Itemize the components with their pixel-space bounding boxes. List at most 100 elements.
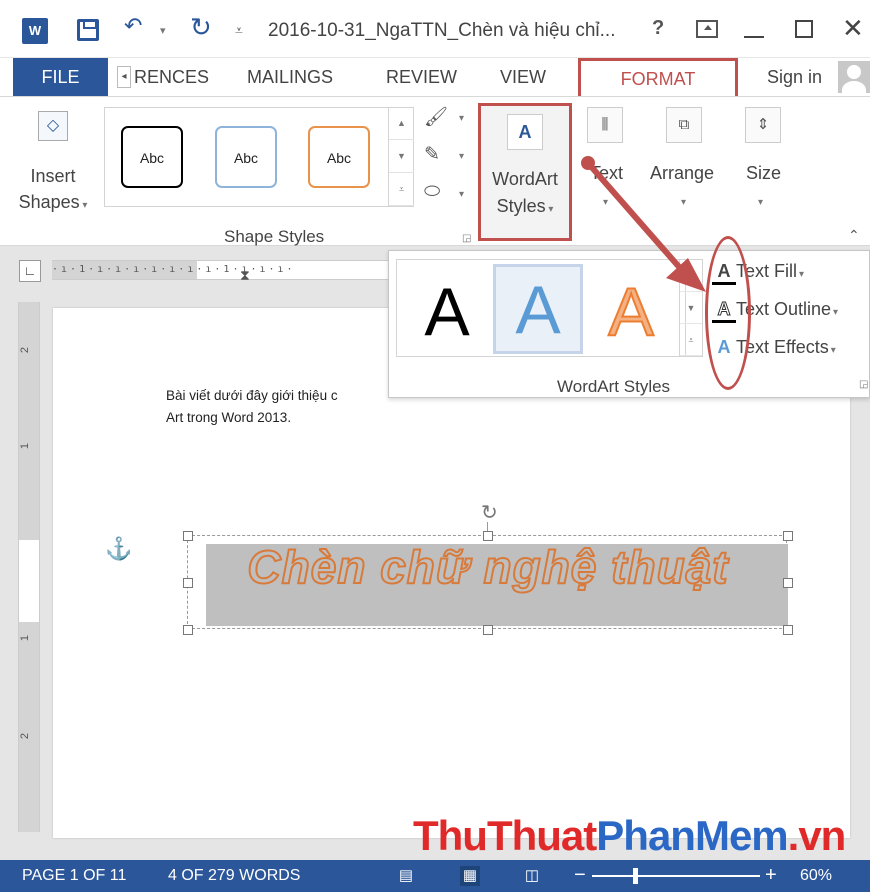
ribbon-options-icon[interactable] xyxy=(696,20,718,38)
help-icon[interactable]: ? xyxy=(652,17,664,40)
wordart-styles-panel: A A A ▲ ▼ ⩡ A Text Fill ▾ A Text Outline ▾ A… xyxy=(388,250,870,398)
size-button[interactable]: Size xyxy=(746,163,781,184)
ribbon: ◇ Insert Shapes ▾ Abc Abc Abc ▲ ▼ ⩡ 🖌 ▾ … xyxy=(0,96,870,246)
resize-handle[interactable] xyxy=(183,531,193,541)
resize-handle[interactable] xyxy=(783,625,793,635)
shape-styles-launcher-icon[interactable]: ◲ xyxy=(462,233,471,244)
insert-shapes-label-line2: Shapes xyxy=(18,192,80,212)
tab-references[interactable]: RENCES xyxy=(134,58,209,96)
zoom-slider-thumb[interactable] xyxy=(633,868,638,884)
arrange-button[interactable]: Arrange xyxy=(650,163,714,184)
text-dropdown-icon[interactable]: ▾ xyxy=(603,197,608,208)
print-layout-icon[interactable]: ▦ xyxy=(460,866,480,886)
undo-dropdown-icon[interactable]: ▾ xyxy=(160,24,166,37)
resize-handle[interactable] xyxy=(483,531,493,541)
page-count[interactable]: PAGE 1 OF 11 xyxy=(22,867,126,885)
wordart-styles-group-label: WordArt Styles xyxy=(557,377,671,396)
wordart-style-black[interactable]: A xyxy=(405,270,489,354)
insert-shapes-label-line1: Insert xyxy=(30,166,76,186)
wordart-styles-label-line2: Styles xyxy=(496,196,546,216)
resize-handle[interactable] xyxy=(183,578,193,588)
shape-style-orange[interactable]: Abc xyxy=(308,126,370,188)
shape-effects-icon[interactable]: ⬭ xyxy=(424,181,440,203)
rotate-handle-icon[interactable]: ↻ xyxy=(481,500,498,525)
resize-handle[interactable] xyxy=(483,625,493,635)
ruler-number: 2 xyxy=(19,732,32,740)
save-icon[interactable] xyxy=(77,19,99,41)
anchor-icon: ⚓ xyxy=(105,536,133,561)
word-icon[interactable]: W xyxy=(22,18,48,44)
wordart-styles-launcher-icon[interactable]: ◲ xyxy=(859,379,868,390)
shape-style-blue[interactable]: Abc xyxy=(215,126,277,188)
zoom-slider[interactable] xyxy=(592,875,760,877)
shape-outline-icon[interactable]: ✎ xyxy=(424,143,440,166)
size-icon[interactable]: ⇕ xyxy=(745,107,781,143)
scroll-down-icon[interactable]: ▼ xyxy=(389,140,414,173)
watermark-part: .vn xyxy=(787,812,847,859)
shape-styles-scroll: ▲ ▼ ⩡ xyxy=(388,107,414,207)
maximize-icon[interactable] xyxy=(795,20,813,38)
undo-icon[interactable]: ↶ xyxy=(124,13,142,39)
size-dropdown-icon[interactable]: ▾ xyxy=(758,197,763,208)
resize-handle[interactable] xyxy=(183,625,193,635)
minimize-icon[interactable] xyxy=(744,36,764,38)
avatar[interactable] xyxy=(838,61,870,93)
text-button[interactable]: Text xyxy=(590,163,623,184)
wordart-style-orange[interactable]: A xyxy=(589,270,673,354)
shape-style-black[interactable]: Abc xyxy=(121,126,183,188)
zoom-out-icon[interactable]: − xyxy=(574,864,586,887)
text-direction-icon[interactable]: ⫼ xyxy=(587,107,623,143)
insert-shapes-button[interactable]: Insert Shapes ▾ xyxy=(8,163,98,219)
ribbon-tabs: FILE ◂ RENCES MAILINGS REVIEW VIEW FORMA… xyxy=(0,58,870,98)
horizontal-ruler[interactable]: ·ı·1·ı·ı·ı·ı·ı·ı·ı·1·ı·ı·ı· ⧗ xyxy=(52,260,392,283)
indent-marker-icon[interactable]: ⧗ xyxy=(240,267,250,284)
collapse-ribbon-icon[interactable]: ⌃ xyxy=(848,227,860,244)
text-outline-dropdown-icon: ▾ xyxy=(833,307,839,318)
tab-format[interactable]: FORMAT xyxy=(578,58,738,98)
ruler-number: 1 xyxy=(79,264,89,275)
shape-outline-dropdown-icon[interactable]: ▾ xyxy=(459,151,464,162)
wordart-styles-button[interactable]: A WordArt Styles ▾ xyxy=(478,103,572,241)
vertical-ruler[interactable]: 2 1 1 2 xyxy=(18,302,40,832)
tab-scroll-left-icon[interactable]: ◂ xyxy=(117,66,131,88)
tab-file[interactable]: FILE xyxy=(13,58,108,96)
more-styles-icon[interactable]: ⩡ xyxy=(680,324,702,356)
zoom-level[interactable]: 60% xyxy=(800,867,832,885)
shape-fill-icon[interactable]: 🖌 xyxy=(424,105,448,129)
watermark-part: PhanMem xyxy=(596,812,788,859)
wordart-text[interactable]: Chèn chữ nghệ thuật xyxy=(188,540,788,594)
watermark-logo: ThuThuatPhanMem.vn xyxy=(413,812,847,860)
shape-fill-dropdown-icon[interactable]: ▾ xyxy=(459,113,464,124)
wordart-textbox[interactable]: ↻ Chèn chữ nghệ thuật xyxy=(183,502,793,635)
shape-styles-gallery[interactable]: Abc Abc Abc xyxy=(104,107,414,207)
scroll-up-icon[interactable]: ▲ xyxy=(680,260,702,292)
resize-handle[interactable] xyxy=(783,531,793,541)
scroll-down-icon[interactable]: ▼ xyxy=(680,292,702,324)
tab-review[interactable]: REVIEW xyxy=(386,58,457,96)
arrange-icon[interactable]: ⧉ xyxy=(666,107,702,143)
arrange-dropdown-icon[interactable]: ▾ xyxy=(681,197,686,208)
wordart-styles-gallery[interactable]: A A A xyxy=(396,259,686,357)
text-effects-label: Text Effects xyxy=(736,337,829,357)
scroll-up-icon[interactable]: ▲ xyxy=(389,107,414,140)
insert-shapes-icon[interactable]: ◇ xyxy=(38,111,68,141)
word-count[interactable]: 4 OF 279 WORDS xyxy=(168,867,300,885)
zoom-in-icon[interactable]: + xyxy=(765,864,777,887)
wordart-style-blue[interactable]: A xyxy=(493,264,583,354)
text-effects-dropdown-icon: ▾ xyxy=(830,345,836,356)
redo-icon[interactable]: ↻ xyxy=(190,12,212,43)
tab-mailings[interactable]: MAILINGS xyxy=(247,58,333,96)
read-mode-icon[interactable]: ▤ xyxy=(396,866,416,886)
wordart-gallery-scroll: ▲ ▼ ⩡ xyxy=(679,259,703,357)
ruler-number: 1 xyxy=(19,634,32,642)
status-bar: PAGE 1 OF 11 4 OF 279 WORDS ▤ ▦ ◫ − + 60… xyxy=(0,860,870,892)
close-icon[interactable]: ✕ xyxy=(842,13,864,44)
shape-effects-dropdown-icon[interactable]: ▾ xyxy=(459,189,464,200)
more-styles-icon[interactable]: ⩡ xyxy=(389,173,414,206)
tab-selector-icon[interactable]: ∟ xyxy=(19,260,41,282)
tab-view[interactable]: VIEW xyxy=(500,58,546,96)
web-layout-icon[interactable]: ◫ xyxy=(522,866,542,886)
resize-handle[interactable] xyxy=(783,578,793,588)
sign-in-link[interactable]: Sign in xyxy=(767,58,822,96)
customize-qat-icon[interactable]: ⩡ xyxy=(235,22,243,39)
